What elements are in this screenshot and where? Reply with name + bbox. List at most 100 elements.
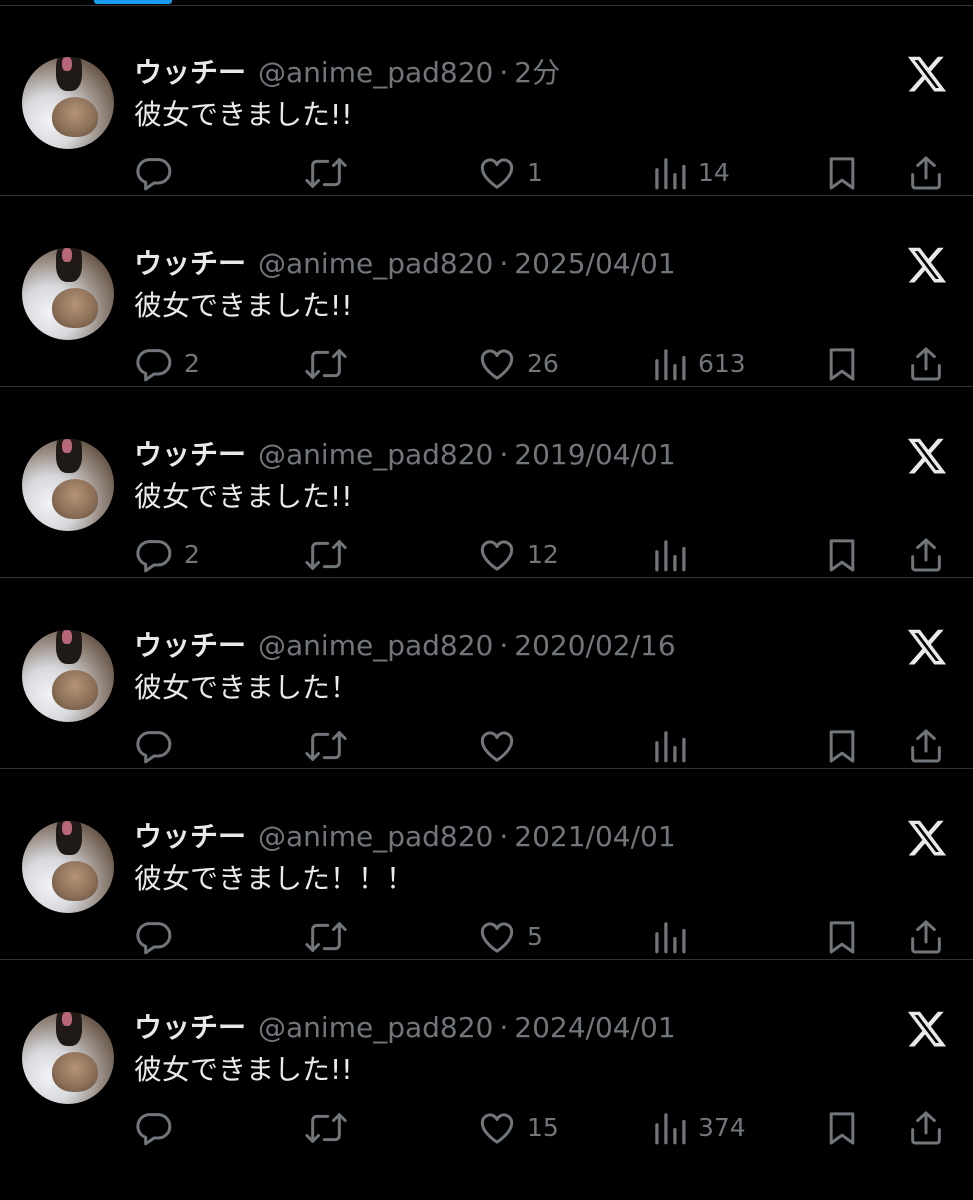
reply-button[interactable] (134, 1108, 184, 1148)
tweet[interactable]: ウッチー @anime_pad820 · 2025/04/01 彼女できました!! 2 26… (0, 196, 973, 387)
timestamp[interactable]: 2020/02/16 (514, 629, 675, 662)
retweet-button[interactable] (304, 344, 348, 384)
retweet-button[interactable] (304, 535, 348, 575)
share-button[interactable] (906, 153, 946, 193)
avatar[interactable] (22, 1012, 114, 1104)
bookmark-icon (822, 344, 862, 384)
views-button[interactable] (652, 535, 698, 575)
like-button[interactable]: 26 (477, 344, 559, 384)
tweet-header: ウッチー @anime_pad820 · 2021/04/01 (134, 819, 676, 855)
timestamp[interactable]: 2019/04/01 (514, 438, 675, 471)
like-count: 1 (527, 158, 543, 187)
reply-icon (134, 344, 174, 384)
avatar-fur (52, 97, 98, 137)
avatar[interactable] (22, 630, 114, 722)
x-logo-icon (906, 819, 948, 859)
tweet-feed: ウッチー @anime_pad820 · 2分 彼女できました!! 1 14 ウッチー @an… (0, 5, 973, 1151)
display-name[interactable]: ウッチー (134, 629, 246, 662)
tweet-actions: 2 26 613 (0, 344, 973, 384)
bookmark-button[interactable] (822, 535, 862, 575)
tweet[interactable]: ウッチー @anime_pad820 · 2019/04/01 彼女できました!! 2 12 (0, 387, 973, 578)
reply-button[interactable]: 2 (134, 344, 200, 384)
like-button[interactable]: 12 (477, 535, 559, 575)
share-button[interactable] (906, 535, 946, 575)
x-logo-icon (906, 437, 948, 477)
retweet-button[interactable] (304, 917, 348, 957)
share-icon (906, 535, 946, 575)
share-icon (906, 344, 946, 384)
tweet[interactable]: ウッチー @anime_pad820 · 2020/02/16 彼女できました！ (0, 578, 973, 769)
retweet-icon (304, 917, 348, 957)
user-handle[interactable]: @anime_pad820 (258, 820, 493, 853)
like-count: 15 (527, 1113, 559, 1142)
views-button[interactable] (652, 726, 698, 766)
timestamp[interactable]: 2021/04/01 (514, 820, 675, 853)
tweet-text: 彼女できました！！！ (134, 862, 415, 895)
avatar[interactable] (22, 57, 114, 149)
reply-button[interactable] (134, 917, 184, 957)
views-icon (652, 344, 688, 384)
timestamp[interactable]: 2分 (514, 56, 560, 89)
views-button[interactable]: 14 (652, 153, 730, 193)
display-name[interactable]: ウッチー (134, 820, 246, 853)
avatar[interactable] (22, 248, 114, 340)
like-button[interactable] (477, 726, 527, 766)
tweet-header: ウッチー @anime_pad820 · 2分 (134, 55, 560, 91)
tweet-text: 彼女できました！ (134, 671, 359, 704)
share-button[interactable] (906, 1108, 946, 1148)
views-button[interactable] (652, 917, 698, 957)
like-button[interactable]: 15 (477, 1108, 559, 1148)
like-button[interactable]: 1 (477, 153, 543, 193)
like-button[interactable]: 5 (477, 917, 543, 957)
views-icon (652, 153, 688, 193)
user-handle[interactable]: @anime_pad820 (258, 629, 493, 662)
bookmark-button[interactable] (822, 344, 862, 384)
display-name[interactable]: ウッチー (134, 56, 246, 89)
user-handle[interactable]: @anime_pad820 (258, 1011, 493, 1044)
views-icon (652, 1108, 688, 1148)
x-logo-icon (906, 246, 948, 286)
display-name[interactable]: ウッチー (134, 247, 246, 280)
avatar-nose (62, 439, 72, 453)
bookmark-icon (822, 917, 862, 957)
bookmark-button[interactable] (822, 153, 862, 193)
avatar-nose (62, 1012, 72, 1026)
bookmark-button[interactable] (822, 917, 862, 957)
like-count: 5 (527, 922, 543, 951)
reply-button[interactable]: 2 (134, 535, 200, 575)
bookmark-button[interactable] (822, 1108, 862, 1148)
tweet-text: 彼女できました!! (134, 289, 353, 322)
share-button[interactable] (906, 344, 946, 384)
retweet-button[interactable] (304, 726, 348, 766)
x-logo-icon (906, 1010, 948, 1050)
reply-button[interactable] (134, 726, 184, 766)
display-name[interactable]: ウッチー (134, 1011, 246, 1044)
reply-icon (134, 153, 174, 193)
views-button[interactable]: 613 (652, 344, 746, 384)
share-button[interactable] (906, 726, 946, 766)
user-handle[interactable]: @anime_pad820 (258, 247, 493, 280)
tweet[interactable]: ウッチー @anime_pad820 · 2分 彼女できました!! 1 14 (0, 5, 973, 196)
user-handle[interactable]: @anime_pad820 (258, 56, 493, 89)
reply-button[interactable] (134, 153, 184, 193)
tweet[interactable]: ウッチー @anime_pad820 · 2024/04/01 彼女できました!! 15 3… (0, 960, 973, 1151)
retweet-button[interactable] (304, 1108, 348, 1148)
avatar[interactable] (22, 821, 114, 913)
share-icon (906, 1108, 946, 1148)
avatar-fur (52, 288, 98, 328)
timestamp[interactable]: 2025/04/01 (514, 247, 675, 280)
avatar-fur (52, 861, 98, 901)
retweet-icon (304, 1108, 348, 1148)
tweet-text: 彼女できました!! (134, 1053, 353, 1086)
header-separator: · (499, 820, 509, 853)
share-button[interactable] (906, 917, 946, 957)
tweet[interactable]: ウッチー @anime_pad820 · 2021/04/01 彼女できました！！！ 5 (0, 769, 973, 960)
avatar[interactable] (22, 439, 114, 531)
bookmark-button[interactable] (822, 726, 862, 766)
user-handle[interactable]: @anime_pad820 (258, 438, 493, 471)
display-name[interactable]: ウッチー (134, 438, 246, 471)
timestamp[interactable]: 2024/04/01 (514, 1011, 675, 1044)
x-logo-icon (906, 628, 948, 668)
retweet-button[interactable] (304, 153, 348, 193)
views-button[interactable]: 374 (652, 1108, 746, 1148)
